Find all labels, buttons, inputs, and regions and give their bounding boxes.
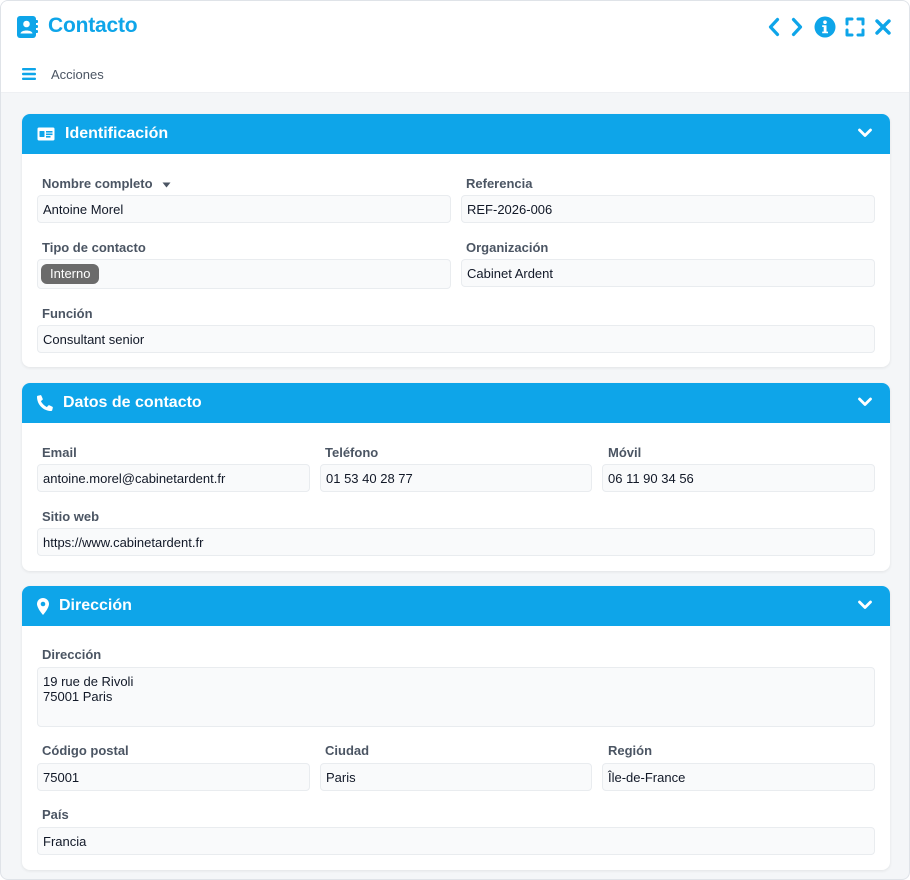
phone-field[interactable]: 01 53 40 28 77	[320, 464, 592, 492]
previous-button[interactable]	[762, 15, 786, 39]
address-section-header[interactable]: Dirección	[22, 586, 890, 626]
postal-code-field[interactable]: 75001	[37, 763, 310, 791]
contact-data-section-header[interactable]: Datos de contacto	[22, 383, 890, 423]
close-button[interactable]	[871, 15, 895, 39]
phone-icon	[37, 395, 53, 411]
chevron-down-icon[interactable]	[858, 397, 872, 407]
mobile-label: Móvil	[608, 445, 642, 460]
chevron-down-icon[interactable]	[858, 600, 872, 610]
map-pin-icon	[37, 598, 49, 615]
reference-label: Referencia	[466, 176, 533, 191]
maximize-icon	[845, 17, 865, 37]
website-field[interactable]: https://www.cabinetardent.fr	[37, 528, 875, 556]
address-textarea[interactable]: 19 rue de Rivoli 75001 Paris	[37, 667, 875, 727]
function-field[interactable]: Consultant senior	[37, 325, 875, 353]
caret-down-icon	[162, 182, 171, 188]
address-section-title: Dirección	[59, 597, 132, 614]
region-field[interactable]: Île-de-France	[602, 763, 875, 791]
contact-window: Contacto Acciones Identificación Nombre …	[0, 0, 910, 880]
country-field[interactable]: Francia	[37, 827, 875, 855]
contact-type-field[interactable]: Interno	[37, 259, 451, 289]
organization-label: Organización	[466, 240, 549, 255]
contact-type-label: Tipo de contacto	[42, 240, 146, 255]
email-field[interactable]: antoine.morel@cabinetardent.fr	[37, 464, 310, 492]
address-section: Dirección Dirección 19 rue de Rivoli 750…	[22, 586, 890, 870]
mobile-field[interactable]: 06 11 90 34 56	[602, 464, 875, 492]
phone-label: Teléfono	[325, 445, 379, 460]
actions-menu[interactable]: Acciones	[51, 67, 104, 82]
window-header: Contacto	[1, 1, 909, 53]
organization-field[interactable]: Cabinet Ardent	[461, 259, 875, 287]
city-label: Ciudad	[325, 743, 370, 758]
full-name-field[interactable]: Antoine Morel	[37, 195, 451, 223]
info-button[interactable]	[813, 15, 837, 39]
function-label: Función	[42, 306, 93, 321]
address-label: Dirección	[42, 647, 102, 662]
maximize-button[interactable]	[843, 15, 867, 39]
full-name-label-text: Nombre completo	[42, 176, 153, 191]
region-label: Región	[608, 743, 653, 758]
chevron-right-icon	[791, 17, 803, 37]
identification-section-header[interactable]: Identificación	[22, 114, 890, 154]
contact-data-section-title: Datos de contacto	[63, 394, 202, 411]
contact-book-icon	[17, 16, 38, 38]
contact-data-section: Datos de contacto Email antoine.morel@ca…	[22, 383, 890, 571]
hamburger-menu-icon[interactable]	[22, 68, 36, 80]
identification-section: Identificación Nombre completo Antoine M…	[22, 114, 890, 367]
email-label: Email	[42, 445, 77, 460]
reference-field[interactable]: REF-2026-006	[461, 195, 875, 223]
chevron-down-icon[interactable]	[858, 128, 872, 138]
info-icon	[814, 16, 836, 38]
chevron-left-icon	[768, 17, 780, 37]
next-button[interactable]	[785, 15, 809, 39]
toolbar: Acciones	[1, 53, 909, 93]
city-field[interactable]: Paris	[320, 763, 592, 791]
country-label: País	[42, 807, 69, 822]
id-card-icon	[37, 127, 55, 141]
close-icon	[875, 19, 891, 35]
full-name-label[interactable]: Nombre completo	[42, 176, 171, 191]
website-label: Sitio web	[42, 509, 100, 524]
postal-code-label: Código postal	[42, 743, 129, 758]
contact-type-badge[interactable]: Interno	[41, 264, 100, 284]
window-title: Contacto	[48, 14, 138, 37]
identification-section-title: Identificación	[65, 125, 169, 142]
